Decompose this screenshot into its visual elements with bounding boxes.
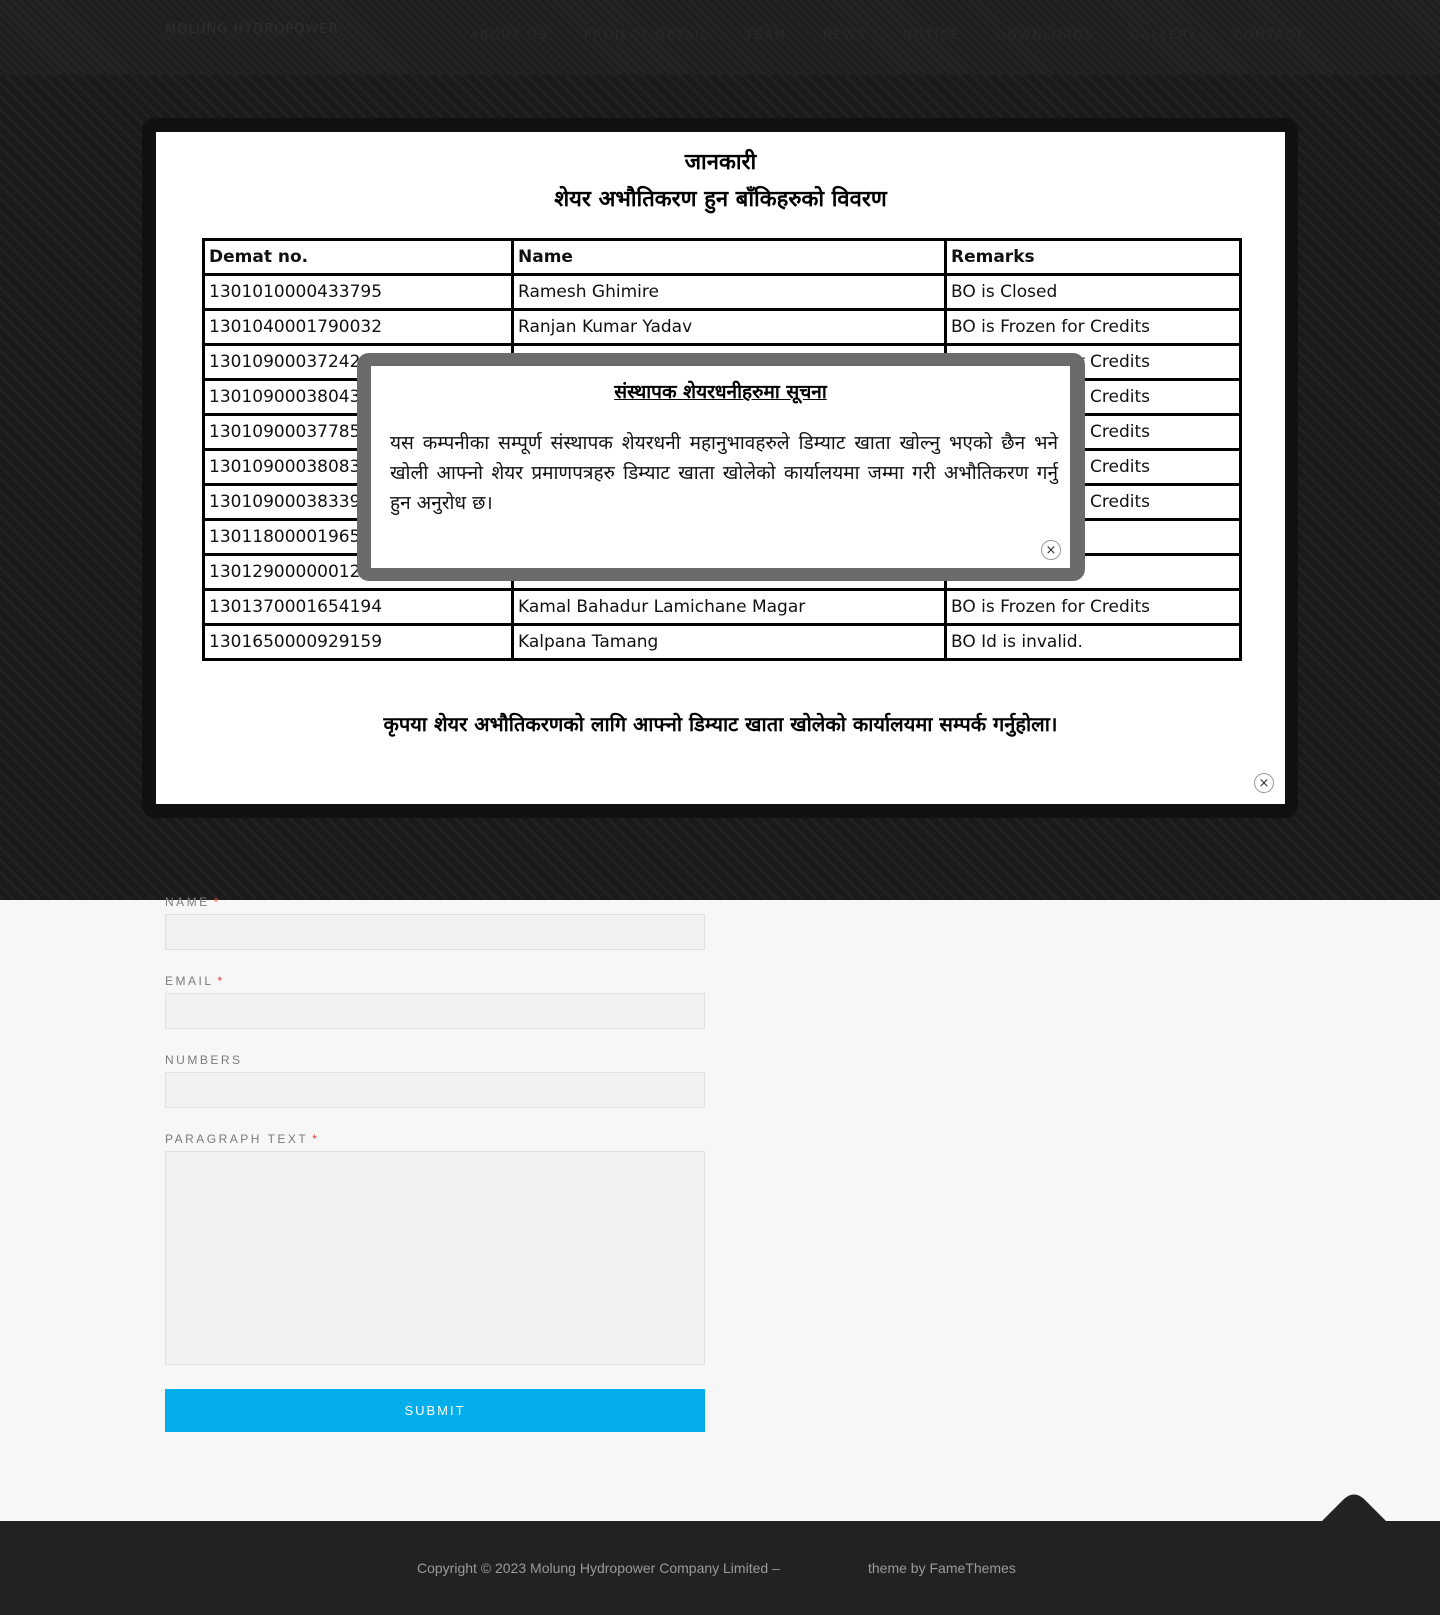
name-cell: Kamal Bahadur Lamichane Magar	[511, 588, 947, 626]
notice-heading: जानकारी	[684, 149, 757, 175]
demat-cell: 1301650000929159	[202, 623, 514, 661]
nav-item[interactable]: TEAM	[745, 28, 786, 42]
email-field[interactable]	[165, 993, 705, 1029]
table-row: 1301040001790032 Ranjan Kumar Yadav BO is …	[202, 308, 1242, 346]
paragraph-label: PARAGRAPH TEXT *	[165, 1132, 320, 1146]
column-header: Demat no.	[202, 238, 514, 276]
nav-item[interactable]: PROJECT DETAIL	[584, 28, 709, 42]
demat-cell: 1301040001790032	[202, 308, 514, 346]
demat-cell: 1301010000433795	[202, 273, 514, 311]
founder-notice-lightbox: संस्थापक शेयरधनीहरुमा सूचना यस कम्पनीका …	[357, 353, 1085, 581]
numbers-field[interactable]	[165, 1072, 705, 1108]
remarks-cell: BO is Frozen for Credits	[944, 308, 1242, 346]
nav-item[interactable]: DOWNLOADS	[996, 28, 1094, 42]
remarks-cell: BO Id is invalid.	[944, 623, 1242, 661]
paragraph-textarea[interactable]	[165, 1151, 705, 1365]
site-footer: Copyright © 2023 Molung Hydropower Compa…	[0, 1521, 1440, 1615]
table-row: 1301370001654194 Kamal Bahadur Lamichane …	[202, 588, 1242, 626]
notice-subheading: शेयर अभौतिकरण हुन बाँकिहरुको विवरण	[554, 186, 887, 212]
notice-footnote: कृपया शेयर अभौतिकरणको लागि आफ्नो डिम्याट…	[383, 712, 1058, 736]
contact-form: NAME * EMAIL * NUMBERS PARAGRAPH TEXT * SUB…	[165, 895, 705, 1432]
name-label: NAME *	[165, 895, 221, 909]
name-cell: Ramesh Ghimire	[511, 273, 947, 311]
table-row: 1301650000929159 Kalpana Tamang BO Id is i…	[202, 623, 1242, 661]
name-cell: Ranjan Kumar Yadav	[511, 308, 947, 346]
demat-cell: 1301370001654194	[202, 588, 514, 626]
copyright-text: Copyright © 2023 Molung Hydropower Compa…	[417, 1560, 780, 1576]
close-icon[interactable]: ×	[1254, 773, 1274, 793]
main-nav: ABOUT US PROJECT DETAIL TEAM NEWS NOTICE…	[470, 28, 1305, 42]
remarks-cell: BO is Frozen for Credits	[944, 588, 1242, 626]
founder-notice-body: यस कम्पनीका सम्पूर्ण संस्थापक शेयरधनी मह…	[390, 432, 1058, 514]
email-label: EMAIL *	[165, 974, 225, 988]
submit-button[interactable]: SUBMIT	[165, 1389, 705, 1432]
nav-item[interactable]: ABOUT US	[470, 28, 548, 42]
table-row: 1301010000433795 Ramesh Ghimire BO is Clos…	[202, 273, 1242, 311]
nav-item[interactable]: NEWS	[823, 28, 867, 42]
name-field[interactable]	[165, 914, 705, 950]
theme-credit[interactable]: theme by FameThemes	[868, 1560, 1016, 1576]
nav-item[interactable]: CONTACT	[1234, 28, 1305, 42]
founder-notice-title: संस्थापक शेयरधनीहरुमा सूचना	[614, 381, 827, 403]
name-cell: Kalpana Tamang	[511, 623, 947, 661]
close-icon[interactable]: ×	[1041, 540, 1061, 560]
nav-item[interactable]: NOTICE	[903, 28, 960, 42]
table-header-row: Demat no. Name Remarks	[202, 238, 1242, 276]
column-header: Remarks	[944, 238, 1242, 276]
nav-item[interactable]: GALLERY	[1130, 28, 1197, 42]
remarks-cell: BO is Closed	[944, 273, 1242, 311]
site-logo[interactable]: MOLUNG HYDROPOWER	[165, 22, 339, 37]
column-header: Name	[511, 238, 947, 276]
founder-notice-content: संस्थापक शेयरधनीहरुमा सूचना यस कम्पनीका …	[371, 366, 1070, 568]
site-header: MOLUNG HYDROPOWER ABOUT US PROJECT DETAI…	[0, 0, 1440, 75]
numbers-label: NUMBERS	[165, 1053, 243, 1067]
